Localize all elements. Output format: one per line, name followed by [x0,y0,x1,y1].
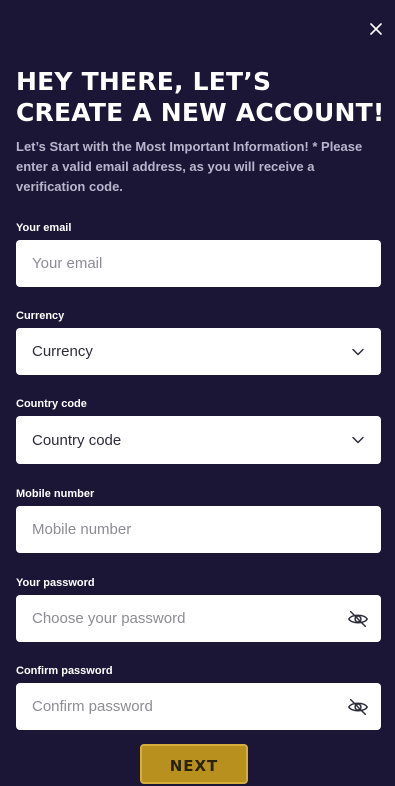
confirm-password-field-container [16,683,381,730]
chevron-down-icon [352,348,364,355]
currency-select-value: Currency [32,343,93,360]
next-button[interactable]: NEXT [140,744,248,784]
currency-select[interactable]: Currency [16,328,381,375]
confirm-password-field[interactable] [16,683,347,730]
currency-label: Currency [16,310,65,322]
email-label: Your email [16,222,72,234]
country-code-select[interactable]: Country code [16,416,381,464]
page-title: HEY THERE, LET’S CREATE A NEW ACCOUNT! [16,67,385,127]
password-field[interactable] [16,595,347,642]
password-field-container [16,595,381,642]
mobile-field-container [16,506,381,553]
country-code-select-value: Country code [32,431,122,449]
page-subtitle: Let’s Start with the Most Important Info… [16,139,363,194]
email-field-container [16,240,381,287]
eye-off-icon[interactable] [347,608,369,630]
chevron-down-icon [352,436,364,444]
confirm-password-label: Confirm password [16,665,113,677]
password-label: Your password [16,577,95,589]
mobile-number-field[interactable] [16,506,381,553]
mobile-label: Mobile number [16,488,95,500]
country-code-label: Country code [16,398,87,410]
eye-off-icon[interactable] [347,696,369,718]
close-icon[interactable] [367,20,385,38]
email-field[interactable] [16,240,381,287]
